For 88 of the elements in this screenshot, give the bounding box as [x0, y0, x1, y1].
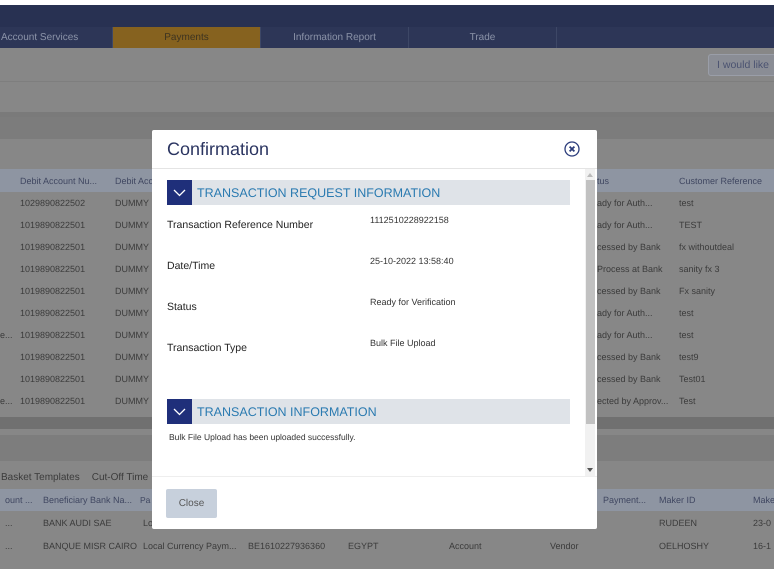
table-cell: ...: [5, 518, 13, 528]
table-cell: ady for Auth...: [597, 220, 653, 230]
table-cell: DUMMY: [115, 396, 149, 406]
table-cell: ady for Auth...: [597, 308, 653, 318]
table-cell: DUMMY: [115, 352, 149, 362]
chevron-icon[interactable]: [167, 399, 192, 424]
nav-tab[interactable]: Payments: [113, 27, 261, 48]
field-label: Status: [167, 300, 198, 315]
table-cell: 1019890822501: [20, 264, 86, 274]
table-cell: TEST: [679, 220, 702, 230]
table-cell: 1019890822501: [20, 242, 86, 252]
table-cell: test: [679, 198, 694, 208]
section-tab[interactable]: Cut-Off Time: [92, 472, 148, 482]
vertical-scrollbar[interactable]: [585, 169, 595, 476]
field-value: Ready for Verification: [370, 297, 457, 309]
table-cell: e...: [0, 396, 13, 406]
scroll-down-icon[interactable]: [587, 468, 593, 472]
table-cell: sanity fx 3: [679, 264, 720, 274]
column-header[interactable]: Maker ID: [659, 495, 696, 505]
table-cell: DUMMY: [115, 308, 149, 318]
table-cell: 1019890822501: [20, 286, 86, 296]
table-cell: 1019890822501: [20, 330, 86, 340]
dialog-title: Confirmation: [167, 138, 270, 160]
column-header[interactable]: Pa: [140, 495, 150, 505]
table-cell: Local Currency Paym...: [143, 540, 237, 550]
table-cell: DUMMY: [115, 264, 149, 274]
action-dropdown-button[interactable]: I would like: [708, 54, 774, 76]
column-header[interactable]: ount ...: [5, 495, 33, 505]
nav-tab[interactable]: Trade: [409, 27, 557, 48]
chevron-icon[interactable]: [167, 180, 192, 205]
table-cell: Test01: [679, 374, 706, 384]
nav-tab[interactable]: Information Report: [261, 27, 409, 48]
table-cell: RUDEEN: [659, 518, 698, 528]
table-cell: test9: [679, 352, 699, 362]
table-cell: DUMMY: [115, 198, 149, 208]
success-message: Bulk File Upload has been uploaded successfully.: [169, 432, 356, 442]
close-icon[interactable]: [564, 141, 580, 157]
column-header[interactable]: Payment...: [602, 495, 646, 505]
table-cell: cessed by Bank: [597, 242, 661, 252]
table-cell: BANK AUDI SAE: [43, 518, 112, 528]
table-cell: Process at Bank: [597, 264, 663, 274]
field-label: Transaction Reference Number: [167, 218, 314, 233]
table-cell: test: [679, 308, 694, 318]
table-cell: ady for Auth...: [597, 198, 653, 208]
table-cell: 1019890822501: [20, 374, 86, 384]
field-value: 1112510228922158: [370, 215, 450, 227]
table-cell: ady for Auth...: [597, 330, 653, 340]
table-cell: 1019890822501: [20, 220, 86, 230]
table-cell: 1019890822501: [20, 308, 86, 318]
table-cell: cessed by Bank: [597, 286, 661, 296]
column-header[interactable]: Debit Acc: [115, 176, 154, 186]
field-label: Transaction Type: [167, 341, 248, 356]
table-cell: Test: [679, 396, 696, 406]
table-cell: e...: [0, 330, 13, 340]
table-cell: Vendor: [550, 540, 579, 550]
table-cell: DUMMY: [115, 330, 149, 340]
column-header[interactable]: Customer Reference: [679, 176, 762, 186]
table-cell: DUMMY: [115, 242, 149, 252]
close-button[interactable]: Close: [166, 488, 217, 518]
field-label: Date/Time: [167, 259, 216, 274]
table-cell: 1019890822501: [20, 396, 86, 406]
table-cell: EGYPT: [348, 540, 379, 550]
table-cell: fx withoutdeal: [679, 242, 734, 252]
table-cell: Fx sanity: [679, 286, 716, 296]
table-cell: DUMMY: [115, 374, 149, 384]
section-header[interactable]: TRANSACTION INFORMATION: [167, 399, 570, 424]
table-cell: test: [679, 330, 694, 340]
table-cell: cessed by Bank: [597, 374, 661, 384]
table-cell: Account: [449, 540, 482, 550]
table-cell: BE1610227936360: [248, 540, 326, 550]
section-header[interactable]: TRANSACTION REQUEST INFORMATION: [167, 180, 570, 205]
section-tab[interactable]: Basket Templates: [1, 472, 80, 482]
table-cell: ...: [5, 540, 13, 550]
table-cell: 16-1: [753, 540, 772, 550]
column-header[interactable]: Beneficiary Bank Na...: [43, 495, 132, 505]
table-cell: 1029890822502: [20, 198, 86, 208]
table-cell: OELHOSHY: [659, 540, 710, 550]
table-cell: 1019890822501: [20, 352, 86, 362]
table-cell: BANQUE MISR CAIRO: [43, 540, 138, 550]
field-value: Bulk File Upload: [370, 338, 437, 350]
table-cell: DUMMY: [115, 286, 149, 296]
table-cell: DUMMY: [115, 220, 149, 230]
column-header[interactable]: tus: [597, 176, 610, 186]
table-cell: cessed by Bank: [597, 352, 661, 362]
table-cell: ected by Approv...: [597, 396, 668, 406]
column-header[interactable]: Debit Account Nu...: [20, 176, 98, 186]
field-value: 25-10-2022 13:58:40: [370, 256, 455, 268]
table-cell: 23-0: [753, 518, 772, 528]
